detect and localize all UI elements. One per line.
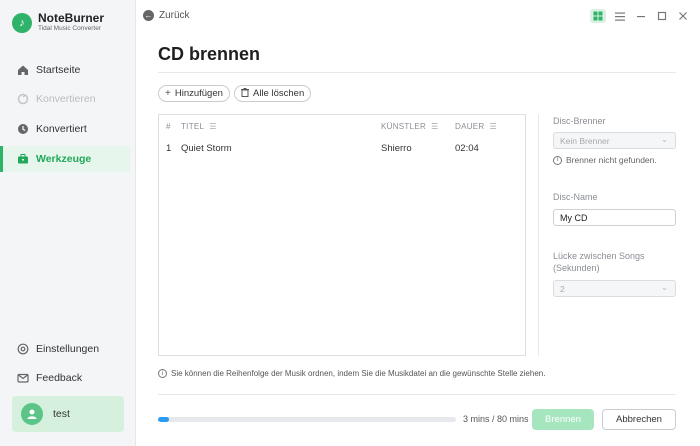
brand: ♪ NoteBurner Tidal Music Converter bbox=[12, 12, 104, 33]
toolbox-icon bbox=[17, 153, 29, 165]
mail-icon bbox=[17, 372, 29, 384]
user-card[interactable]: test bbox=[12, 396, 124, 432]
gap-value: 2 bbox=[560, 283, 565, 294]
column-header-title[interactable]: TITEL ☰ bbox=[181, 122, 217, 131]
maximize-icon[interactable] bbox=[654, 9, 670, 23]
burn-button[interactable]: Brennen bbox=[532, 409, 594, 430]
disc-name-field[interactable] bbox=[553, 209, 676, 226]
back-button[interactable]: ← Zurück bbox=[143, 10, 190, 21]
back-label: Zurück bbox=[159, 10, 190, 21]
menu-icon[interactable] bbox=[612, 9, 628, 23]
add-button[interactable]: + Hinzufügen bbox=[158, 85, 230, 102]
disc-burner-value: Kein Brenner bbox=[560, 135, 610, 146]
chevron-down-icon: ⌄ bbox=[661, 135, 668, 144]
divider bbox=[158, 72, 676, 73]
disc-burner-label: Disc-Brenner bbox=[553, 116, 606, 126]
sidebar-item-label: Startseite bbox=[36, 64, 81, 76]
track-table: # TITEL ☰ KÜNSTLER ☰ DAUER ☰ 1 Quiet Storm … bbox=[158, 114, 526, 356]
capacity-text: 3 mins / 80 mins bbox=[463, 414, 529, 424]
add-label: Hinzufügen bbox=[174, 88, 223, 99]
sort-icon[interactable]: ☰ bbox=[209, 122, 216, 131]
plus-icon: + bbox=[165, 88, 171, 99]
sidebar-item-feedback[interactable]: Feedback bbox=[0, 365, 130, 391]
trash-icon bbox=[241, 87, 249, 100]
cancel-button[interactable]: Abbrechen bbox=[602, 409, 676, 430]
minimize-icon[interactable] bbox=[633, 9, 649, 23]
gear-icon bbox=[17, 343, 29, 355]
column-header-artist[interactable]: KÜNSTLER ☰ bbox=[381, 122, 439, 131]
close-icon[interactable] bbox=[675, 9, 691, 23]
clear-all-label: Alle löschen bbox=[253, 88, 305, 99]
avatar bbox=[21, 403, 43, 425]
sidebar-item-werkzeuge[interactable]: Werkzeuge bbox=[0, 146, 130, 172]
user-name: test bbox=[53, 408, 70, 420]
sidebar: ♪ NoteBurner Tidal Music Converter Start… bbox=[0, 0, 136, 446]
column-header-index: # bbox=[166, 122, 171, 131]
capacity-progress-bar bbox=[158, 417, 456, 422]
clear-all-button[interactable]: Alle löschen bbox=[234, 85, 312, 102]
sidebar-item-konvertieren[interactable]: Konvertieren bbox=[0, 86, 130, 112]
sidebar-item-label: Konvertiert bbox=[36, 123, 87, 135]
back-arrow-icon: ← bbox=[143, 10, 154, 21]
divider bbox=[538, 114, 539, 356]
disc-burner-select[interactable]: Kein Brenner ⌄ bbox=[553, 132, 676, 149]
info-icon: i bbox=[158, 369, 167, 378]
music-note-logo-icon: ♪ bbox=[12, 12, 32, 33]
sidebar-item-startseite[interactable]: Startseite bbox=[0, 57, 130, 83]
sidebar-item-label: Einstellungen bbox=[36, 343, 100, 355]
row-title: Quiet Storm bbox=[181, 143, 232, 154]
sort-icon[interactable]: ☰ bbox=[490, 122, 497, 131]
chevron-down-icon: ⌄ bbox=[661, 283, 668, 292]
sidebar-item-einstellungen[interactable]: Einstellungen bbox=[0, 336, 130, 362]
page-title: CD brennen bbox=[158, 44, 261, 64]
progress-fill bbox=[158, 417, 170, 422]
disc-name-label: Disc-Name bbox=[553, 192, 598, 202]
grid-view-icon[interactable] bbox=[590, 9, 606, 23]
divider bbox=[158, 394, 676, 395]
sidebar-item-konvertiert[interactable]: Konvertiert bbox=[0, 116, 130, 142]
sidebar-item-label: Werkzeuge bbox=[36, 153, 92, 165]
row-index: 1 bbox=[166, 143, 172, 154]
burner-hint: i Brenner nicht gefunden. bbox=[553, 155, 657, 165]
column-header-duration[interactable]: DAUER ☰ bbox=[455, 122, 497, 131]
info-icon: i bbox=[553, 155, 562, 165]
sort-icon[interactable]: ☰ bbox=[431, 122, 438, 131]
convert-icon bbox=[17, 93, 29, 105]
gap-label: Lücke zwischen Songs (Sekunden) bbox=[553, 251, 645, 273]
reorder-info: i Sie können die Reihenfolge der Musik o… bbox=[158, 369, 545, 378]
home-icon bbox=[17, 64, 29, 76]
clock-icon bbox=[17, 123, 29, 135]
row-artist: Shierro bbox=[381, 143, 412, 154]
app-name: NoteBurner bbox=[38, 11, 105, 25]
user-icon bbox=[27, 409, 37, 419]
sidebar-item-label: Feedback bbox=[36, 372, 83, 384]
gap-select[interactable]: 2 ⌄ bbox=[553, 280, 676, 297]
app-subtitle: Tidal Music Converter bbox=[38, 25, 101, 32]
row-duration: 02:04 bbox=[455, 143, 479, 154]
sidebar-item-label: Konvertieren bbox=[36, 93, 96, 105]
